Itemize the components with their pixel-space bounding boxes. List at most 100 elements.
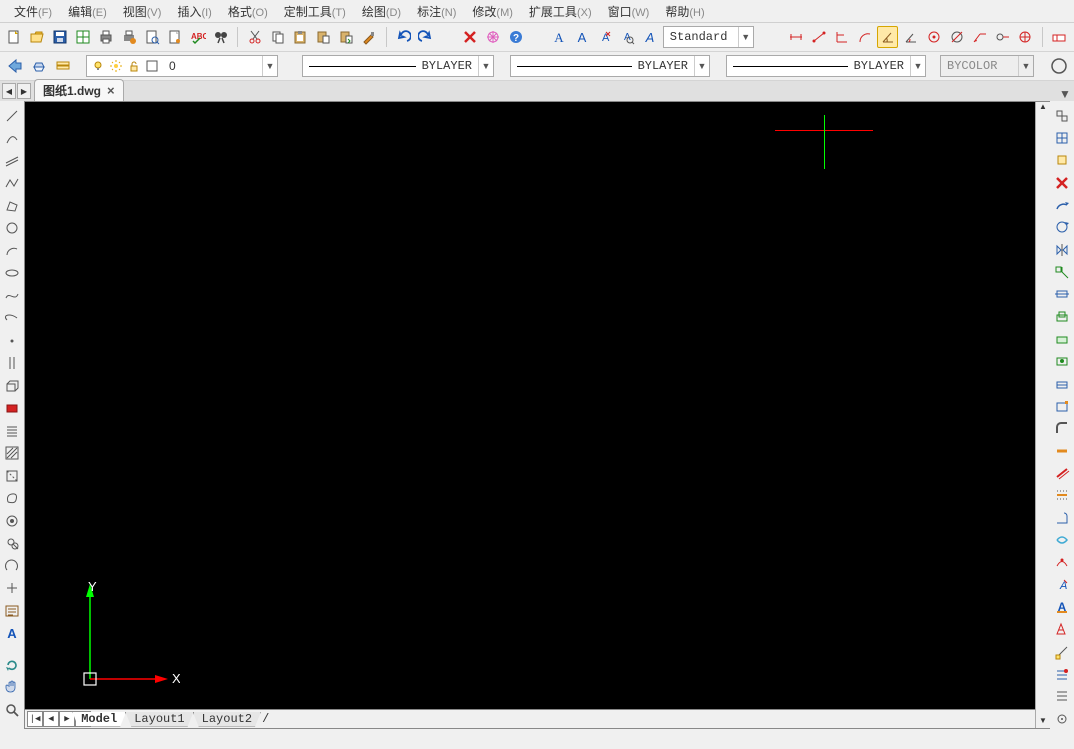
move-button[interactable] (1051, 194, 1073, 215)
isolate-button[interactable] (1051, 150, 1073, 171)
polygon-button[interactable] (1, 195, 23, 217)
find-button[interactable] (210, 26, 231, 48)
dim-arc-button[interactable] (855, 26, 876, 48)
menu-绘图[interactable]: 绘图(D) (354, 1, 409, 22)
clipboard-button[interactable] (290, 26, 311, 48)
zoom-button[interactable] (1, 699, 23, 721)
gradient-button[interactable] (1, 578, 23, 600)
lineweight-combo[interactable]: BYLAYER ▼ (510, 55, 710, 77)
revision-cloud-button[interactable] (1, 533, 23, 555)
dim-angle-button[interactable] (877, 26, 898, 48)
dim-leader-button[interactable] (969, 26, 990, 48)
menu-定制工具[interactable]: 定制工具(T) (276, 1, 354, 22)
page-preview-button[interactable] (164, 26, 185, 48)
spellcheck-button[interactable]: ABC (187, 26, 208, 48)
line-button[interactable] (1, 105, 23, 127)
close-icon[interactable]: × (107, 83, 115, 98)
arc-tool-button[interactable] (1, 128, 23, 150)
edit-hatch-button[interactable]: A (1051, 596, 1073, 617)
color-combo[interactable]: BYCOLOR ▼ (940, 55, 1034, 77)
document-tab[interactable]: 图纸1.dwg × (34, 79, 124, 101)
dtext-button[interactable]: A (1, 623, 23, 645)
lengthen-button[interactable] (1051, 529, 1073, 550)
chamfer-button[interactable] (1051, 395, 1073, 416)
explode-button[interactable] (1051, 440, 1073, 461)
circle-quick-button[interactable] (1048, 55, 1070, 77)
hatch-button[interactable] (1, 443, 23, 465)
dim-linear-button[interactable] (786, 26, 807, 48)
paste-special-button[interactable] (336, 26, 357, 48)
dim-aligned-button[interactable] (809, 26, 830, 48)
purge-button[interactable] (482, 26, 503, 48)
dim-tolerance-button[interactable] (992, 26, 1013, 48)
menu-格式[interactable]: 格式(O) (220, 1, 276, 22)
layer-manager-button[interactable] (52, 55, 74, 77)
wedge-3d-button[interactable] (1, 398, 23, 420)
dim-radius-button[interactable] (900, 26, 921, 48)
divide-button[interactable] (1, 353, 23, 375)
table-export-button[interactable] (73, 26, 94, 48)
layout-tab-model[interactable]: Model (72, 712, 126, 727)
undo-button[interactable] (393, 26, 414, 48)
menu-插入[interactable]: 插入(I) (169, 1, 219, 22)
menu-标注[interactable]: 标注(N) (409, 1, 464, 22)
mirror-button[interactable] (1051, 239, 1073, 260)
scroll-up-icon[interactable]: ▲ (1037, 102, 1049, 114)
dim-center-button[interactable] (946, 26, 967, 48)
menu-扩展工具[interactable]: 扩展工具(X) (521, 1, 600, 22)
menu-修改[interactable]: 修改(M) (464, 1, 521, 22)
prop-match-button[interactable] (1051, 105, 1073, 126)
join-button[interactable] (1051, 373, 1073, 394)
offset-button[interactable] (1051, 462, 1073, 483)
plotstyle-combo[interactable]: BYLAYER ▼ (726, 55, 926, 77)
cut-button[interactable] (244, 26, 265, 48)
tab-scroll-left[interactable]: ◀ (2, 83, 16, 99)
layout-nav-btn[interactable]: ◀ (43, 711, 59, 727)
text-style-A-button[interactable]: A (548, 26, 569, 48)
text-edit-button[interactable]: A (594, 26, 615, 48)
dim-ordinate-button[interactable] (832, 26, 853, 48)
polyline-button[interactable] (1, 173, 23, 195)
tabs-overflow-icon[interactable]: ▼ (1056, 87, 1074, 101)
layer-state-button[interactable] (1051, 127, 1073, 148)
match-props-button[interactable] (359, 26, 380, 48)
rotate-button[interactable] (1051, 217, 1073, 238)
fillet-button[interactable] (1051, 418, 1073, 439)
drawing-canvas[interactable]: Y X (25, 102, 1049, 709)
break-button[interactable] (1051, 351, 1073, 372)
extend-button[interactable] (1051, 328, 1073, 349)
vertical-scrollbar[interactable]: ▲ ▼ (1035, 102, 1050, 728)
point-button[interactable] (1, 330, 23, 352)
new-file-button[interactable] (4, 26, 25, 48)
array-button[interactable] (1051, 485, 1073, 506)
list-button[interactable] (1051, 686, 1073, 707)
stretch-button[interactable] (1051, 284, 1073, 305)
scale-button[interactable] (1051, 261, 1073, 282)
menu-编辑[interactable]: 编辑(E) (60, 1, 115, 22)
erase-button[interactable] (459, 26, 480, 48)
boundary-button[interactable] (1, 488, 23, 510)
layer-prev-button[interactable] (4, 55, 26, 77)
redo-button[interactable] (416, 26, 437, 48)
delete-x-button[interactable] (1051, 172, 1073, 193)
circle-button[interactable] (1, 240, 23, 262)
measure-dist-button[interactable] (1051, 641, 1073, 662)
scroll-down-icon[interactable]: ▼ (1037, 716, 1049, 728)
save-button[interactable] (50, 26, 71, 48)
pan-button[interactable] (1, 676, 23, 698)
layout-tab-layout2[interactable]: Layout2 (193, 712, 261, 727)
region-button[interactable] (1, 465, 23, 487)
construction-line-button[interactable] (1, 150, 23, 172)
trim-button[interactable] (1051, 306, 1073, 327)
donut-button[interactable] (1, 510, 23, 532)
print-preview-button[interactable] (142, 26, 163, 48)
dim-continue-button[interactable] (1015, 26, 1036, 48)
copy-button[interactable] (267, 26, 288, 48)
spline-button[interactable] (1, 263, 23, 285)
tab-scroll-right[interactable]: ▶ (17, 83, 31, 99)
edit-text-button[interactable] (1051, 619, 1073, 640)
menu-窗口[interactable]: 窗口(W) (600, 1, 658, 22)
menu-视图[interactable]: 视图(V) (115, 1, 170, 22)
print-button[interactable] (96, 26, 117, 48)
layer-freeze-button[interactable] (28, 55, 50, 77)
